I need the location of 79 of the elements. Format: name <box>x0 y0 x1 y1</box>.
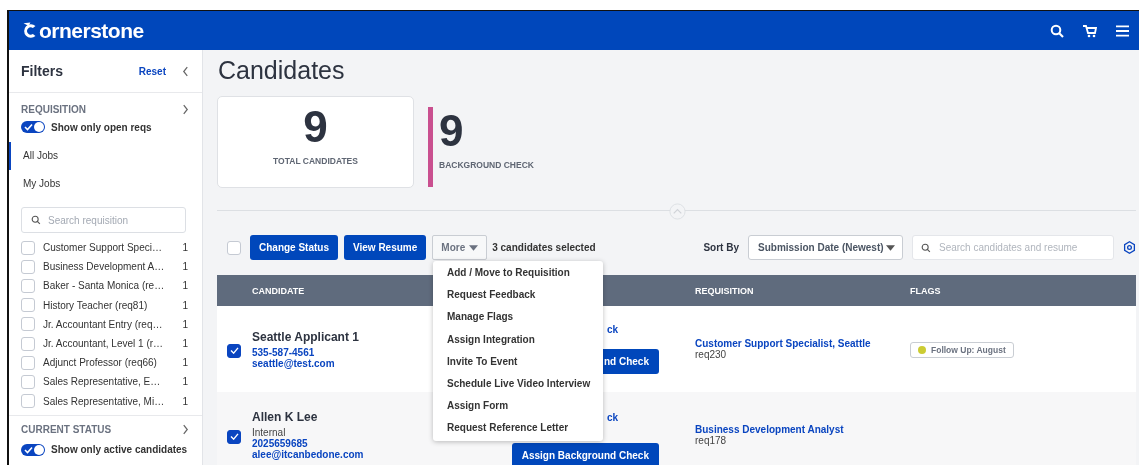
chevron-right-icon[interactable] <box>182 424 189 436</box>
requisition-label: Customer Support Speci… <box>43 242 163 254</box>
checkbox[interactable] <box>227 429 241 444</box>
count: 1 <box>182 357 188 369</box>
count: 1 <box>182 280 188 292</box>
chevron-right-icon[interactable] <box>182 103 189 115</box>
count: 1 <box>182 261 188 273</box>
requisition-link[interactable]: Business Development Analyst <box>695 424 910 435</box>
phone-link[interactable]: 535-587-4561 <box>252 346 315 358</box>
checkbox[interactable] <box>227 343 241 358</box>
requisition-label: History Teacher (req81) <box>43 299 149 311</box>
stat-label: TOTAL CANDIDATES <box>273 156 358 166</box>
background-check-button[interactable]: Assign Background Check <box>511 443 659 465</box>
caret-icon <box>469 244 479 251</box>
email-link[interactable]: seattle@test.com <box>252 357 335 369</box>
menu-item[interactable]: Add / Move to Requisition <box>433 262 603 285</box>
count: 1 <box>182 318 188 330</box>
phone-link[interactable]: 2025659685 <box>252 438 308 449</box>
logo-text: ornerstone <box>39 18 144 43</box>
menu-item[interactable]: Request Reference Letter <box>433 417 603 440</box>
action-button[interactable]: View Resume <box>344 235 427 260</box>
settings-icon[interactable] <box>1123 241 1136 254</box>
email-link[interactable]: alee@itcanbedone.com <box>252 449 364 460</box>
column-header: REQUISITION <box>695 285 755 296</box>
stat-value: 9 <box>439 107 465 155</box>
filters-title: Filters <box>21 63 64 79</box>
toggle-label: Show only active candidates <box>51 444 188 456</box>
stat-value: 9 <box>303 103 328 151</box>
page-title: Candidates <box>218 56 346 86</box>
column-header: FLAGS <box>910 285 942 296</box>
toggle-switch[interactable] <box>21 121 45 133</box>
candidate-name[interactable]: Seattle Applicant 1 <box>252 329 359 344</box>
cart-icon[interactable] <box>1083 23 1097 38</box>
candidate-name[interactable]: Allen K Lee <box>252 410 318 424</box>
toggle-label: Show only open reqs <box>51 121 152 133</box>
section-title: CURRENT STATUS <box>21 424 112 436</box>
requisition-id: req178 <box>695 435 728 446</box>
count: 1 <box>182 242 188 254</box>
sort-dropdown[interactable]: Submission Date (Newest) <box>748 235 903 260</box>
stat-label: BACKGROUND CHECK <box>439 160 534 170</box>
requisition-label: Adjunct Professor (req66) <box>43 357 158 369</box>
chevron-left-icon[interactable] <box>182 65 189 77</box>
action-button[interactable]: Change Status <box>250 235 338 260</box>
menu-item[interactable]: Assign Integration <box>433 328 603 351</box>
count: 1 <box>182 376 188 388</box>
requisition-label: Jr. Accountant, Level 1 (r… <box>43 338 165 350</box>
toggle-switch[interactable] <box>21 443 45 456</box>
search-icon <box>31 215 41 225</box>
flag-label: Follow Up: August <box>931 345 1006 355</box>
action-link[interactable]: ck <box>606 324 618 335</box>
checkmark-icon <box>229 433 239 440</box>
menu-icon[interactable] <box>1116 24 1129 37</box>
checkmark-icon <box>229 347 239 354</box>
count: 1 <box>182 338 188 350</box>
logo-icon <box>21 20 38 41</box>
requisition-id: req230 <box>695 349 728 360</box>
caret-icon <box>886 244 895 251</box>
menu-item[interactable]: Request Feedback <box>433 284 603 307</box>
sort-label: Sort By <box>703 242 739 253</box>
action-link[interactable]: ck <box>606 412 618 423</box>
requisition-label: Baker - Santa Monica (re… <box>43 280 166 292</box>
menu-item[interactable]: Assign Form <box>433 395 603 418</box>
reset-link[interactable]: Reset <box>138 65 166 77</box>
count: 1 <box>182 299 188 311</box>
requisition-link[interactable]: Customer Support Specialist, Seattle <box>695 338 910 349</box>
count: 1 <box>182 395 188 407</box>
job-filter-tab[interactable]: My Jobs <box>9 170 202 198</box>
selection-count: 3 candidates selected <box>492 242 597 253</box>
section-title: REQUISITION <box>21 103 86 115</box>
candidate-source: Internal <box>252 427 286 438</box>
requisition-label: Business Development A… <box>43 261 166 273</box>
requisition-label: Sales Representative, E… <box>43 376 162 388</box>
more-button[interactable]: More <box>432 235 488 260</box>
menu-item[interactable]: Schedule Live Video Interview <box>433 372 603 396</box>
menu-item[interactable]: Manage Flags <box>433 306 603 329</box>
search-icon <box>921 242 931 253</box>
search-icon[interactable] <box>1050 23 1064 38</box>
requisition-label: Sales Representative, Mi… <box>43 395 166 407</box>
requisition-label: Jr. Accountant Entry (req… <box>43 318 164 330</box>
